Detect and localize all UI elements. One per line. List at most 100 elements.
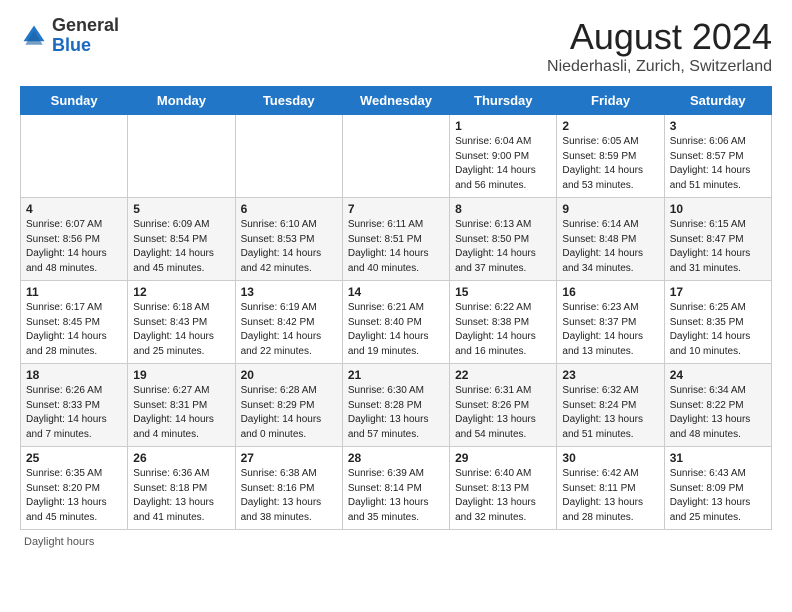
calendar-cell (21, 115, 128, 198)
day-number: 25 (26, 451, 122, 465)
day-header-monday: Monday (128, 87, 235, 115)
logo-icon (20, 22, 48, 50)
calendar-cell: 2 Sunrise: 6:05 AM Sunset: 8:59 PM Daylig… (557, 115, 664, 198)
day-info: Sunrise: 6:30 AM Sunset: 8:28 PM Dayligh… (348, 384, 444, 442)
day-number: 19 (133, 368, 229, 382)
day-header-wednesday: Wednesday (342, 87, 449, 115)
header-row: SundayMondayTuesdayWednesdayThursdayFrid… (21, 87, 772, 115)
day-number: 24 (670, 368, 766, 382)
day-number: 4 (26, 202, 122, 216)
calendar-cell: 14Sunrise: 6:21 AM Sunset: 8:40 PM Dayli… (342, 281, 449, 364)
calendar-cell: 31 Sunrise: 6:43 AM Sunset: 8:09 PM Dayli… (664, 447, 771, 530)
day-number: 10 (670, 202, 766, 216)
day-header-thursday: Thursday (450, 87, 557, 115)
day-info: Sunrise: 6:04 AM Sunset: 9:00 PM Dayligh… (455, 135, 551, 193)
day-info: Sunrise: 6:09 AM Sunset: 8:54 PM Dayligh… (133, 218, 229, 276)
calendar-cell: 16 Sunrise: 6:23 AM Sunset: 8:37 PM Dayli… (557, 281, 664, 364)
footer: Daylight hours (20, 536, 772, 548)
day-header-friday: Friday (557, 87, 664, 115)
day-info: Sunrise: 6:31 AM Sunset: 8:26 PM Dayligh… (455, 384, 551, 442)
day-info: Sunrise: 6:25 AM Sunset: 8:35 PM Dayligh… (670, 301, 766, 359)
day-info: Sunrise: 6:32 AM Sunset: 8:24 PM Dayligh… (562, 384, 658, 442)
header: General Blue August 2024 Niederhasli, Zu… (20, 16, 772, 76)
calendar-cell: 28 Sunrise: 6:39 AM Sunset: 8:14 PM Dayli… (342, 447, 449, 530)
day-info: Sunrise: 6:06 AM Sunset: 8:57 PM Dayligh… (670, 135, 766, 193)
day-number: 12 (133, 285, 229, 299)
day-number: 20 (241, 368, 337, 382)
calendar-cell: 30 Sunrise: 6:42 AM Sunset: 8:11 PM Dayli… (557, 447, 664, 530)
calendar-cell: 5 Sunrise: 6:09 AM Sunset: 8:54 PM Daylig… (128, 198, 235, 281)
calendar-cell: 20 Sunrise: 6:28 AM Sunset: 8:29 PM Dayli… (235, 364, 342, 447)
footer-label: Daylight hours (24, 536, 94, 548)
calendar-cell: 29Sunrise: 6:40 AM Sunset: 8:13 PM Dayli… (450, 447, 557, 530)
day-number: 5 (133, 202, 229, 216)
calendar-cell (342, 115, 449, 198)
day-info: Sunrise: 6:14 AM Sunset: 8:48 PM Dayligh… (562, 218, 658, 276)
day-info: Sunrise: 6:17 AM Sunset: 8:45 PM Dayligh… (26, 301, 122, 359)
calendar-cell: 22 Sunrise: 6:31 AM Sunset: 8:26 PM Dayli… (450, 364, 557, 447)
day-header-tuesday: Tuesday (235, 87, 342, 115)
calendar-cell: 12 Sunrise: 6:18 AM Sunset: 8:43 PM Dayli… (128, 281, 235, 364)
day-info: Sunrise: 6:23 AM Sunset: 8:37 PM Dayligh… (562, 301, 658, 359)
calendar-cell: 27 Sunrise: 6:38 AM Sunset: 8:16 PM Dayli… (235, 447, 342, 530)
day-info: Sunrise: 6:10 AM Sunset: 8:53 PM Dayligh… (241, 218, 337, 276)
day-info: Sunrise: 6:13 AM Sunset: 8:50 PM Dayligh… (455, 218, 551, 276)
day-number: 27 (241, 451, 337, 465)
day-number: 11 (26, 285, 122, 299)
day-number: 13 (241, 285, 337, 299)
day-number: 9 (562, 202, 658, 216)
calendar-cell: 21Sunrise: 6:30 AM Sunset: 8:28 PM Dayli… (342, 364, 449, 447)
calendar-cell: 4 Sunrise: 6:07 AM Sunset: 8:56 PM Daylig… (21, 198, 128, 281)
main-title: August 2024 (547, 16, 772, 58)
day-info: Sunrise: 6:07 AM Sunset: 8:56 PM Dayligh… (26, 218, 122, 276)
day-info: Sunrise: 6:27 AM Sunset: 8:31 PM Dayligh… (133, 384, 229, 442)
week-row-2: 4 Sunrise: 6:07 AM Sunset: 8:56 PM Daylig… (21, 198, 772, 281)
day-number: 14 (348, 285, 444, 299)
logo-general-text: General (52, 15, 119, 35)
day-info: Sunrise: 6:36 AM Sunset: 8:18 PM Dayligh… (133, 467, 229, 525)
day-number: 31 (670, 451, 766, 465)
day-number: 1 (455, 119, 551, 133)
calendar-cell: 26Sunrise: 6:36 AM Sunset: 8:18 PM Dayli… (128, 447, 235, 530)
day-number: 28 (348, 451, 444, 465)
day-number: 2 (562, 119, 658, 133)
logo-blue-text: Blue (52, 35, 91, 55)
day-number: 16 (562, 285, 658, 299)
day-info: Sunrise: 6:05 AM Sunset: 8:59 PM Dayligh… (562, 135, 658, 193)
day-number: 17 (670, 285, 766, 299)
calendar-cell: 18Sunrise: 6:26 AM Sunset: 8:33 PM Dayli… (21, 364, 128, 447)
calendar-cell: 7Sunrise: 6:11 AM Sunset: 8:51 PM Daylig… (342, 198, 449, 281)
calendar-cell: 15Sunrise: 6:22 AM Sunset: 8:38 PM Dayli… (450, 281, 557, 364)
day-number: 15 (455, 285, 551, 299)
day-info: Sunrise: 6:39 AM Sunset: 8:14 PM Dayligh… (348, 467, 444, 525)
subtitle: Niederhasli, Zurich, Switzerland (547, 58, 772, 76)
day-number: 3 (670, 119, 766, 133)
week-row-4: 18Sunrise: 6:26 AM Sunset: 8:33 PM Dayli… (21, 364, 772, 447)
day-number: 30 (562, 451, 658, 465)
calendar-cell: 19 Sunrise: 6:27 AM Sunset: 8:31 PM Dayli… (128, 364, 235, 447)
day-info: Sunrise: 6:15 AM Sunset: 8:47 PM Dayligh… (670, 218, 766, 276)
logo: General Blue (20, 16, 119, 56)
day-info: Sunrise: 6:18 AM Sunset: 8:43 PM Dayligh… (133, 301, 229, 359)
day-info: Sunrise: 6:38 AM Sunset: 8:16 PM Dayligh… (241, 467, 337, 525)
day-number: 22 (455, 368, 551, 382)
day-info: Sunrise: 6:34 AM Sunset: 8:22 PM Dayligh… (670, 384, 766, 442)
day-header-sunday: Sunday (21, 87, 128, 115)
day-header-saturday: Saturday (664, 87, 771, 115)
calendar-cell: 11 Sunrise: 6:17 AM Sunset: 8:45 PM Dayli… (21, 281, 128, 364)
calendar-cell (128, 115, 235, 198)
day-info: Sunrise: 6:43 AM Sunset: 8:09 PM Dayligh… (670, 467, 766, 525)
day-info: Sunrise: 6:42 AM Sunset: 8:11 PM Dayligh… (562, 467, 658, 525)
day-info: Sunrise: 6:40 AM Sunset: 8:13 PM Dayligh… (455, 467, 551, 525)
calendar-cell: 17 Sunrise: 6:25 AM Sunset: 8:35 PM Dayli… (664, 281, 771, 364)
page: General Blue August 2024 Niederhasli, Zu… (0, 0, 792, 558)
day-info: Sunrise: 6:19 AM Sunset: 8:42 PM Dayligh… (241, 301, 337, 359)
calendar-cell: 25Sunrise: 6:35 AM Sunset: 8:20 PM Dayli… (21, 447, 128, 530)
week-row-5: 25Sunrise: 6:35 AM Sunset: 8:20 PM Dayli… (21, 447, 772, 530)
calendar-cell: 23Sunrise: 6:32 AM Sunset: 8:24 PM Dayli… (557, 364, 664, 447)
calendar-cell: 3 Sunrise: 6:06 AM Sunset: 8:57 PM Daylig… (664, 115, 771, 198)
calendar-cell: 6Sunrise: 6:10 AM Sunset: 8:53 PM Daylig… (235, 198, 342, 281)
day-number: 8 (455, 202, 551, 216)
day-info: Sunrise: 6:28 AM Sunset: 8:29 PM Dayligh… (241, 384, 337, 442)
calendar-cell: 1 Sunrise: 6:04 AM Sunset: 9:00 PM Daylig… (450, 115, 557, 198)
